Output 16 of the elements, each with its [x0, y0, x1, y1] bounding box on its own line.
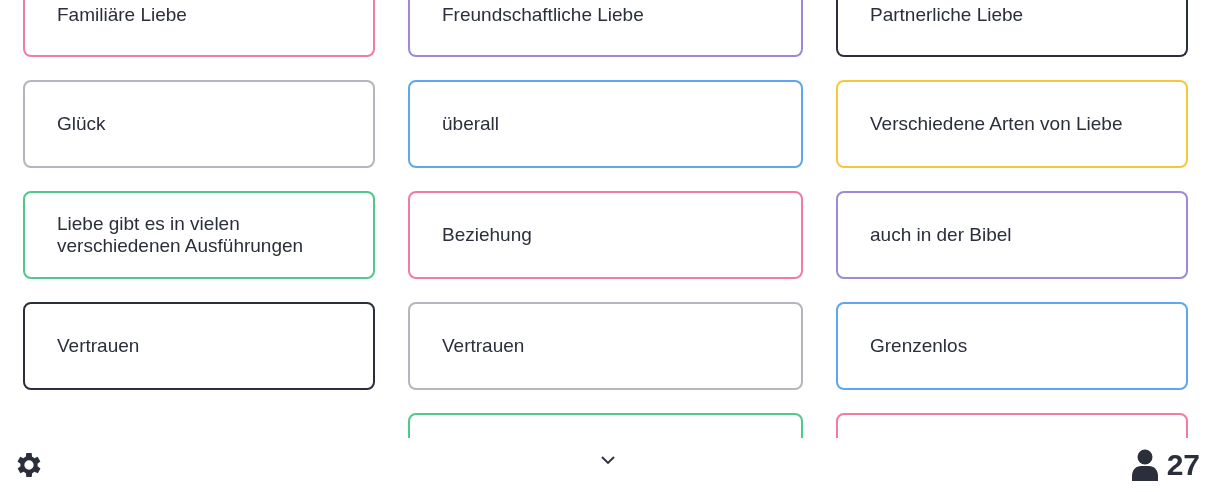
- response-text: Beziehung: [442, 224, 532, 246]
- response-text: überall: [442, 113, 500, 135]
- participant-count: 27: [1166, 448, 1200, 482]
- person-icon: [1130, 449, 1159, 481]
- chevron-down-icon: [599, 455, 616, 465]
- response-text: Familiäre Liebe: [57, 4, 187, 26]
- response-text: auch in der Bibel: [870, 224, 1012, 246]
- response-text: Liebe gibt es in vielen verschiedenen Ausführungen: [57, 213, 305, 257]
- response-text: Vertrauen: [57, 335, 140, 357]
- response-text: Verschiedene Arten von Liebe: [870, 113, 1123, 135]
- response-text: Freundschaftliche Liebe: [442, 4, 644, 26]
- response-text: Vertrauen: [442, 335, 525, 357]
- response-text: Grenzenlos: [870, 335, 968, 357]
- response-text: Partnerliche Liebe: [870, 4, 1024, 26]
- scroll-down-button[interactable]: [599, 455, 616, 465]
- response-text: Glück: [57, 113, 106, 135]
